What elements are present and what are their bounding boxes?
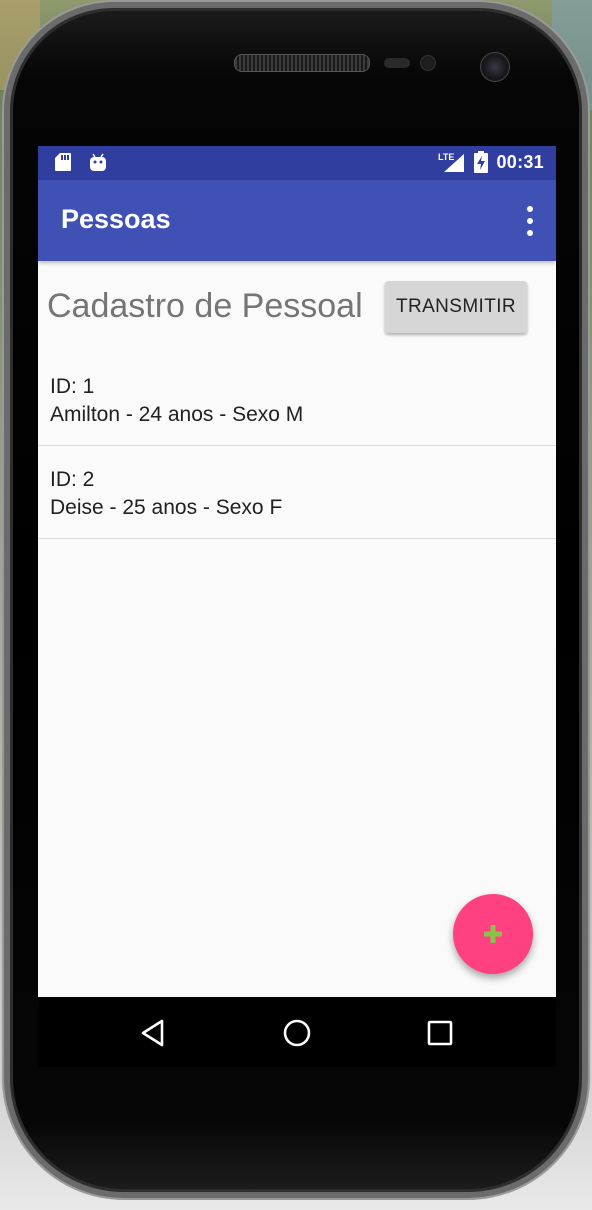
overflow-dot	[527, 230, 533, 236]
overflow-dot	[527, 206, 533, 212]
app-screen: LTE 00:31 Pessoas Cadastro de Pessoal TR…	[38, 146, 556, 997]
lte-signal-icon: LTE	[438, 151, 466, 173]
battery-charging-icon	[474, 151, 489, 173]
list-item[interactable]: ID: 2 Deise - 25 anos - Sexo F	[38, 446, 556, 539]
person-details: Deise - 25 anos - Sexo F	[50, 496, 283, 519]
person-id: ID: 1	[50, 375, 95, 398]
status-clock: 00:31	[496, 151, 544, 172]
android-icon	[90, 153, 106, 171]
home-icon[interactable]	[281, 1017, 313, 1049]
status-left-icons	[54, 152, 108, 172]
navigation-bar	[38, 997, 556, 1067]
person-id: ID: 2	[50, 468, 95, 491]
recents-icon[interactable]	[424, 1017, 456, 1049]
proximity-sensor	[384, 58, 410, 68]
status-right-icons: LTE 00:31	[438, 151, 544, 173]
status-bar: LTE 00:31	[38, 146, 556, 180]
earpiece-speaker	[234, 54, 370, 72]
toolbar-title: Pessoas	[61, 204, 171, 234]
network-type-label: LTE	[438, 152, 454, 162]
light-sensor	[420, 55, 436, 71]
page-title: Cadastro de Pessoal	[47, 287, 363, 325]
content-header: Cadastro de Pessoal TRANSMITIR	[38, 261, 556, 353]
people-list: ID: 1 Amilton - 24 anos - Sexo M ID: 2 D…	[38, 353, 556, 539]
plus-icon	[484, 925, 502, 943]
transmit-button[interactable]: TRANSMITIR	[385, 281, 527, 333]
front-camera	[480, 52, 510, 82]
person-details: Amilton - 24 anos - Sexo M	[50, 403, 304, 426]
add-person-fab[interactable]	[453, 894, 533, 974]
back-icon[interactable]	[138, 1017, 170, 1049]
overflow-dot	[527, 218, 533, 224]
more-vertical-icon[interactable]	[520, 206, 540, 236]
list-item[interactable]: ID: 1 Amilton - 24 anos - Sexo M	[38, 353, 556, 446]
app-toolbar: Pessoas	[38, 180, 556, 261]
sd-card-icon	[55, 153, 71, 171]
